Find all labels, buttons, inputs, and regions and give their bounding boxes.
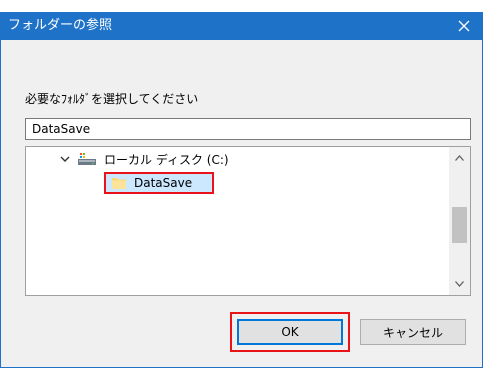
chevron-down-icon[interactable]: [60, 153, 72, 165]
dialog-title: フォルダーの参照: [8, 18, 113, 33]
vertical-scrollbar[interactable]: [449, 147, 470, 295]
close-button[interactable]: [446, 12, 482, 40]
close-icon: [458, 20, 470, 32]
tree-item-local-disk[interactable]: ローカル ディスク (C:): [60, 149, 229, 169]
scroll-down-button[interactable]: [449, 274, 470, 294]
folder-tree[interactable]: ローカル ディスク (C:) DataSave: [25, 146, 471, 296]
folder-label: DataSave: [134, 176, 193, 190]
title-bar: フォルダーの参照: [1, 12, 482, 40]
scroll-down-icon: [455, 281, 464, 287]
top-strip: [0, 0, 483, 12]
folder-icon: [112, 177, 126, 189]
drive-icon: [78, 152, 96, 166]
cancel-button[interactable]: キャンセル: [360, 319, 466, 345]
drive-label: ローカル ディスク (C:): [104, 152, 229, 167]
ok-button[interactable]: OK: [237, 319, 343, 345]
scroll-up-icon: [455, 155, 464, 161]
scroll-up-button[interactable]: [449, 148, 470, 168]
prompt-label: 必要なﾌｫﾙﾀﾞを選択してください: [25, 92, 199, 106]
folder-path-input[interactable]: [25, 118, 471, 140]
browse-folder-dialog: フォルダーの参照 必要なﾌｫﾙﾀﾞを選択してください DataSave ローカル…: [0, 12, 483, 368]
scrollbar-thumb[interactable]: [452, 207, 467, 243]
tree-item-datasave[interactable]: DataSave: [104, 172, 214, 194]
